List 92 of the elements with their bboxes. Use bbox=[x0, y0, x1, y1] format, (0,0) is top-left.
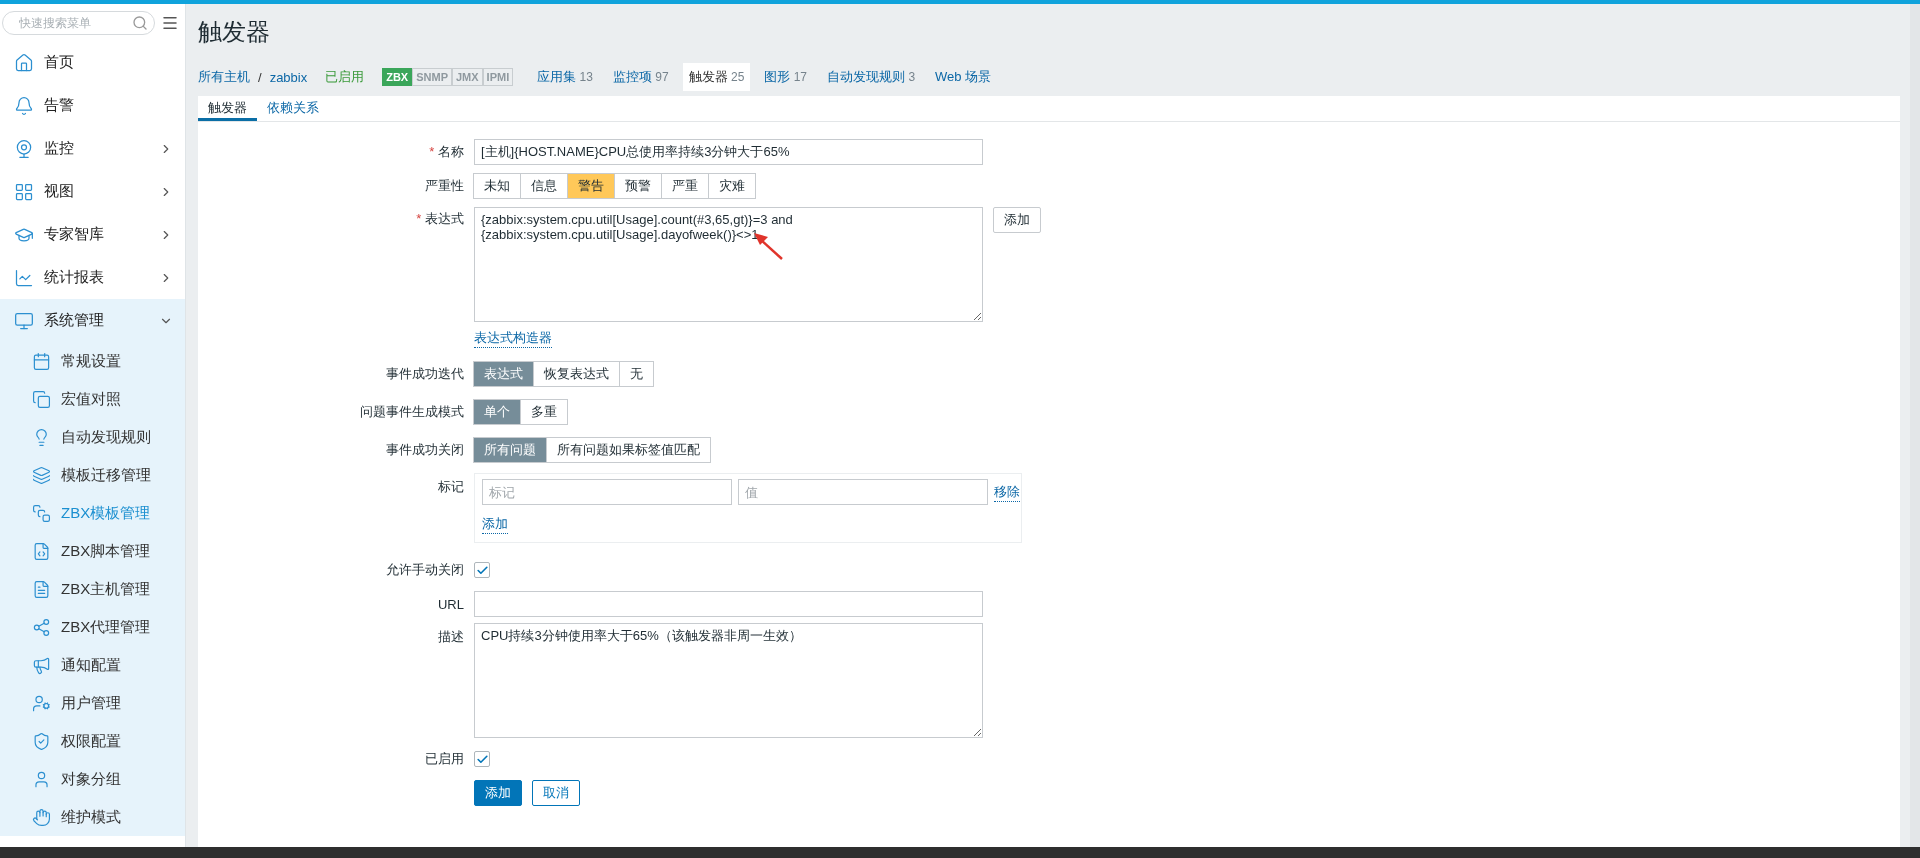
segment-button[interactable]: 警告 bbox=[567, 173, 615, 199]
menu-item-icon bbox=[32, 617, 51, 637]
form-tab[interactable]: 依赖关系 bbox=[257, 96, 329, 121]
menu-item-icon bbox=[32, 351, 51, 371]
segment-button[interactable]: 恢复表达式 bbox=[533, 361, 620, 387]
form-tab[interactable]: 触发器 bbox=[198, 96, 257, 121]
segment-button[interactable]: 无 bbox=[619, 361, 654, 387]
checkbox[interactable] bbox=[474, 562, 490, 578]
menu-item-icon bbox=[32, 389, 51, 409]
name-input[interactable]: [主机]{HOST.NAME}CPU总使用率持续3分钟大于65% bbox=[474, 139, 983, 165]
sidebar-subitem[interactable]: 自动发现规则 bbox=[0, 418, 185, 456]
search-icon[interactable] bbox=[132, 15, 148, 31]
menu-item-icon bbox=[32, 503, 51, 523]
sidebar-item[interactable]: 视图 bbox=[0, 170, 185, 213]
menu-item-icon bbox=[32, 655, 51, 675]
menu-icon[interactable] bbox=[161, 14, 179, 32]
menu-item-icon bbox=[32, 541, 51, 561]
sidebar-item[interactable]: 首页 bbox=[0, 41, 185, 84]
nav-tab[interactable]: 监控项 97 bbox=[606, 63, 675, 91]
segment-button[interactable]: 严重 bbox=[661, 173, 709, 199]
interface-tag: JMX bbox=[452, 68, 483, 86]
menu-item-icon bbox=[32, 693, 51, 713]
breadcrumb-link[interactable]: 所有主机 bbox=[198, 68, 250, 86]
scrollbar[interactable] bbox=[1910, 4, 1920, 847]
menu-item-icon bbox=[32, 579, 51, 599]
sidebar-item[interactable]: 统计报表 bbox=[0, 256, 185, 299]
menu-item-icon bbox=[14, 52, 34, 73]
sidebar-subitem[interactable]: ZBX主机管理 bbox=[0, 570, 185, 608]
segment-button[interactable]: 未知 bbox=[473, 173, 521, 199]
field-label: 问题事件生成模式 bbox=[359, 403, 464, 421]
segment-button[interactable]: 灾难 bbox=[708, 173, 756, 199]
add-tag-link[interactable]: 添加 bbox=[482, 515, 508, 534]
description-textarea[interactable]: CPU持续3分钟使用率大于65%（该触发器非周一生效） bbox=[474, 623, 983, 738]
nav-tab[interactable]: 应用集 13 bbox=[531, 63, 599, 91]
expression-constructor-link[interactable]: 表达式构造器 bbox=[474, 329, 552, 348]
interface-tag: ZBX bbox=[382, 68, 413, 86]
segment-button[interactable]: 所有问题如果标签值匹配 bbox=[546, 437, 711, 463]
menu-item-icon bbox=[14, 267, 34, 288]
menu-item-icon bbox=[32, 769, 51, 789]
field-label: * 表达式 bbox=[415, 210, 464, 228]
remove-link[interactable]: 移除 bbox=[994, 482, 1020, 502]
form-button[interactable]: 取消 bbox=[532, 780, 580, 806]
tag-input[interactable]: 标记 bbox=[482, 479, 732, 505]
sidebar-subitem[interactable]: ZBX脚本管理 bbox=[0, 532, 185, 570]
menu-item-icon bbox=[14, 181, 34, 202]
sidebar-item[interactable]: 告警 bbox=[0, 84, 185, 127]
segment-button[interactable]: 多重 bbox=[520, 399, 568, 425]
nav-tab[interactable]: 触发器 25 bbox=[682, 63, 751, 91]
checkbox[interactable] bbox=[474, 751, 490, 767]
sidebar-subitem[interactable]: 常规设置 bbox=[0, 342, 185, 380]
interface-tag: SNMP bbox=[412, 68, 452, 86]
field-label: 描述 bbox=[437, 628, 464, 646]
field-label: 标记 bbox=[437, 478, 464, 496]
nav-tab[interactable]: 图形 17 bbox=[758, 63, 814, 91]
search-field[interactable]: 快速搜索菜单 bbox=[2, 11, 155, 35]
sidebar-subitem[interactable]: 宏值对照 bbox=[0, 380, 185, 418]
form-button[interactable]: 添加 bbox=[474, 780, 522, 806]
field-label: 事件成功迭代 bbox=[385, 365, 464, 383]
sidebar-subitem[interactable]: 对象分组 bbox=[0, 760, 185, 798]
menu-item-icon bbox=[14, 95, 34, 116]
sidebar-subitem[interactable]: 模板迁移管理 bbox=[0, 456, 185, 494]
menu-item-icon bbox=[32, 465, 51, 485]
field-label: 允许手动关闭 bbox=[385, 561, 464, 579]
field-label: URL bbox=[437, 596, 464, 612]
sidebar-item[interactable]: 监控 bbox=[0, 127, 185, 170]
breadcrumb-link[interactable]: zabbix bbox=[269, 69, 308, 85]
sidebar-subitem[interactable]: 用户管理 bbox=[0, 684, 185, 722]
url-input[interactable] bbox=[474, 591, 983, 617]
breadcrumb-separator: / bbox=[258, 69, 262, 85]
sidebar-item[interactable]: 系统管理 bbox=[0, 299, 185, 342]
nav-tab[interactable]: Web 场景 bbox=[929, 63, 998, 91]
field-label: 已启用 bbox=[424, 750, 464, 768]
sidebar-subitem[interactable]: 通知配置 bbox=[0, 646, 185, 684]
menu-item-icon bbox=[14, 138, 34, 159]
field-label: 事件成功关闭 bbox=[385, 441, 464, 459]
field-label: * 名称 bbox=[428, 143, 464, 161]
sidebar-item[interactable]: 专家智库 bbox=[0, 213, 185, 256]
interface-tag: IPMI bbox=[482, 68, 514, 86]
menu-item-icon bbox=[14, 310, 34, 331]
menu-item-icon bbox=[32, 731, 51, 751]
sidebar-subitem[interactable]: 权限配置 bbox=[0, 722, 185, 760]
segment-button[interactable]: 预警 bbox=[614, 173, 662, 199]
nav-tab[interactable]: 自动发现规则 3 bbox=[821, 63, 922, 91]
sidebar-subitem[interactable]: 维护模式 bbox=[0, 798, 185, 836]
value-input[interactable]: 值 bbox=[738, 479, 988, 505]
segment-button[interactable]: 信息 bbox=[520, 173, 568, 199]
add-expression-button[interactable]: 添加 bbox=[993, 207, 1041, 233]
sidebar-subitem[interactable]: ZBX代理管理 bbox=[0, 608, 185, 646]
field-label: 严重性 bbox=[424, 177, 464, 195]
page-title: 触发器 bbox=[198, 17, 271, 47]
expression-textarea[interactable]: {zabbix:system.cpu.util[Usage].count(#3,65,gt)}=3 and {zabbix:system.cpu.util[Usage].dayofweek()}<>1 bbox=[474, 207, 983, 322]
menu-item-icon bbox=[32, 807, 51, 827]
